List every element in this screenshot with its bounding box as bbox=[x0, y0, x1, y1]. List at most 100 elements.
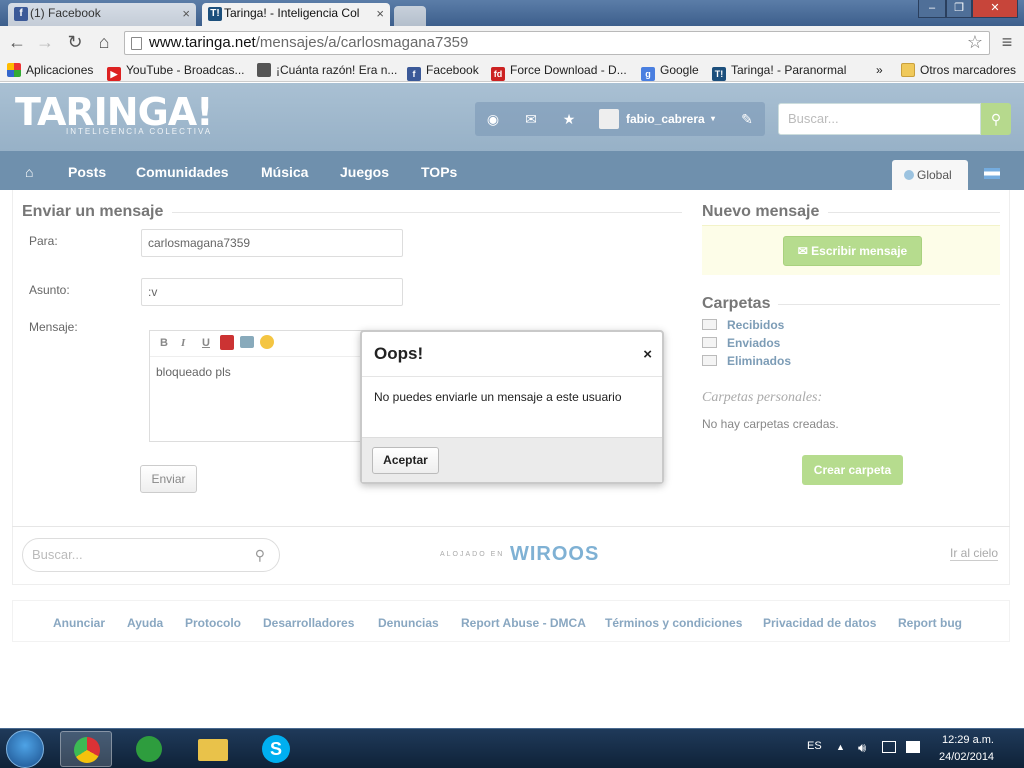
bookmark-cuanta-razon[interactable]: ¡Cuánta razón! Era n... bbox=[257, 62, 397, 78]
bookmarks-overflow[interactable]: » bbox=[876, 62, 883, 78]
nav-comunidades[interactable]: Comunidades bbox=[136, 151, 229, 190]
footer-link-protocolo[interactable]: Protocolo bbox=[185, 616, 241, 630]
explorer-taskbar-button[interactable] bbox=[186, 731, 238, 767]
folder-label: Eliminados bbox=[727, 354, 792, 368]
tab-facebook[interactable]: f (1) Facebook × bbox=[8, 3, 196, 26]
footer-link-terminos[interactable]: Términos y condiciones bbox=[605, 616, 742, 630]
footer-link-denuncias[interactable]: Denuncias bbox=[378, 616, 439, 630]
windows-taskbar: S ES ▲ 🔊︎ 12:29 a.m. 24/02/2014 bbox=[0, 728, 1024, 768]
nav-juegos[interactable]: Juegos bbox=[340, 151, 389, 190]
back-arrow-icon[interactable]: ← bbox=[6, 31, 28, 53]
mail-icon[interactable]: ✉ bbox=[513, 102, 549, 136]
edit-icon[interactable]: ✎ bbox=[729, 102, 765, 136]
home-icon[interactable]: ⌂ bbox=[25, 151, 33, 190]
divider bbox=[778, 304, 1000, 305]
flag-icon[interactable] bbox=[984, 168, 1000, 179]
chrome-taskbar-button[interactable] bbox=[60, 731, 112, 767]
username: fabio_cabrera bbox=[626, 112, 705, 126]
folder-recibidos[interactable]: Recibidos bbox=[702, 318, 784, 332]
star-icon[interactable]: ★ bbox=[551, 102, 587, 136]
bookmark-youtube[interactable]: ▶ YouTube - Broadcas... bbox=[107, 62, 245, 81]
nav-posts[interactable]: Posts bbox=[68, 151, 106, 190]
divider bbox=[172, 212, 682, 213]
home-icon[interactable]: ⌂ bbox=[93, 31, 115, 53]
chrome-icon bbox=[74, 737, 100, 763]
search-icon[interactable]: ⚲ bbox=[981, 103, 1011, 135]
write-message-button[interactable]: ✉ Escribir mensaje bbox=[783, 236, 922, 266]
bookmark-google[interactable]: g Google bbox=[641, 62, 699, 81]
bookmark-taringa-paranormal[interactable]: T! Taringa! - Paranormal bbox=[712, 62, 846, 81]
global-tab[interactable]: Global bbox=[892, 160, 968, 190]
footer-link-privacidad[interactable]: Privacidad de datos bbox=[763, 616, 876, 630]
footer-link-report-bug[interactable]: Report bug bbox=[898, 616, 962, 630]
address-bar[interactable]: www.taringa.net/mensajes/a/carlosmagana7… bbox=[124, 31, 990, 55]
folder-enviados[interactable]: Enviados bbox=[702, 336, 780, 350]
skype-taskbar-button[interactable]: S bbox=[250, 731, 302, 767]
reload-icon[interactable]: ↻ bbox=[64, 31, 86, 53]
divider bbox=[828, 212, 1000, 213]
bottom-search-input[interactable]: Buscar... ⚲ bbox=[22, 538, 280, 572]
tab-taringa[interactable]: T! Taringa! - Inteligencia Col × bbox=[202, 3, 390, 26]
new-tab-button[interactable] bbox=[394, 6, 426, 26]
close-icon[interactable]: × bbox=[643, 346, 652, 363]
footer-link-anunciar[interactable]: Anunciar bbox=[53, 616, 105, 630]
network-icon[interactable] bbox=[882, 741, 896, 753]
write-message-label: Escribir mensaje bbox=[811, 244, 908, 258]
user-menu[interactable]: fabio_cabrera ▾ bbox=[595, 102, 723, 136]
italic-button[interactable]: I bbox=[181, 337, 185, 349]
error-dialog: Oops! × No puedes enviarle un mensaje a … bbox=[360, 330, 664, 484]
emoticon-icon[interactable] bbox=[260, 335, 274, 349]
bookmark-apps[interactable]: Aplicaciones bbox=[7, 62, 93, 78]
windows-start-icon[interactable] bbox=[6, 730, 44, 768]
folder-icon bbox=[198, 739, 228, 761]
forward-arrow-icon[interactable]: → bbox=[34, 31, 56, 53]
show-hidden-icons[interactable]: ▲ bbox=[836, 742, 845, 752]
divider bbox=[12, 526, 1010, 527]
bookmark-label: Google bbox=[660, 63, 699, 77]
other-bookmarks[interactable]: Otros marcadores bbox=[901, 62, 1016, 78]
accept-button[interactable]: Aceptar bbox=[372, 447, 439, 474]
minimize-icon[interactable]: – bbox=[918, 0, 946, 18]
menu-icon[interactable]: ≡ bbox=[996, 31, 1018, 53]
google-icon: g bbox=[641, 67, 655, 81]
taringa-icon: T! bbox=[208, 7, 222, 21]
send-button[interactable]: Enviar bbox=[140, 465, 197, 493]
action-center-icon[interactable] bbox=[906, 741, 920, 753]
underline-button[interactable]: U bbox=[202, 337, 210, 349]
folder-eliminados[interactable]: Eliminados bbox=[702, 354, 791, 368]
window-close-icon[interactable]: ✕ bbox=[972, 0, 1018, 18]
subject-field[interactable]: :v bbox=[141, 278, 403, 306]
wiroos-logo[interactable]: WIROOS bbox=[510, 543, 599, 566]
create-folder-button[interactable]: Crear carpeta bbox=[802, 455, 903, 485]
nav-tops[interactable]: TOPs bbox=[421, 151, 457, 190]
bookmark-facebook[interactable]: f Facebook bbox=[407, 62, 479, 81]
footer-link-report-abuse[interactable]: Report Abuse - DMCA bbox=[461, 616, 586, 630]
downloader-taskbar-button[interactable] bbox=[122, 731, 174, 767]
search-icon[interactable]: ⚲ bbox=[255, 539, 265, 571]
search-input[interactable]: Buscar... bbox=[778, 103, 981, 135]
bookmark-label: ¡Cuánta razón! Era n... bbox=[276, 63, 398, 77]
maximize-icon[interactable]: ❐ bbox=[946, 0, 972, 18]
eye-icon[interactable]: ◉ bbox=[475, 102, 511, 136]
bookmark-star-icon[interactable]: ☆ bbox=[964, 31, 986, 53]
tab-label: (1) Facebook bbox=[30, 6, 101, 20]
nav-musica[interactable]: Música bbox=[261, 151, 308, 190]
logo-tagline: INTELIGENCIA COLECTIVA bbox=[66, 127, 213, 136]
youtube-icon[interactable] bbox=[220, 335, 234, 350]
volume-icon[interactable]: 🔊︎ bbox=[858, 740, 866, 756]
bold-button[interactable]: B bbox=[160, 337, 168, 349]
skype-icon: S bbox=[262, 735, 290, 763]
back-to-top-link[interactable]: Ir al cielo bbox=[950, 546, 999, 561]
clock-time[interactable]: 12:29 a.m. bbox=[942, 734, 994, 746]
trash-mail-icon bbox=[702, 355, 717, 366]
folder-label: Enviados bbox=[727, 336, 781, 350]
footer-link-desarrolladores[interactable]: Desarrolladores bbox=[263, 616, 354, 630]
clock-date[interactable]: 24/02/2014 bbox=[939, 751, 994, 763]
to-field[interactable]: carlosmagana7359 bbox=[141, 229, 403, 257]
bookmark-force-download[interactable]: fd Force Download - D... bbox=[491, 62, 627, 81]
close-tab-icon[interactable]: × bbox=[182, 3, 190, 24]
close-tab-icon[interactable]: × bbox=[376, 3, 384, 24]
image-icon[interactable] bbox=[240, 336, 254, 348]
footer-link-ayuda[interactable]: Ayuda bbox=[127, 616, 163, 630]
language-indicator[interactable]: ES bbox=[807, 740, 822, 752]
